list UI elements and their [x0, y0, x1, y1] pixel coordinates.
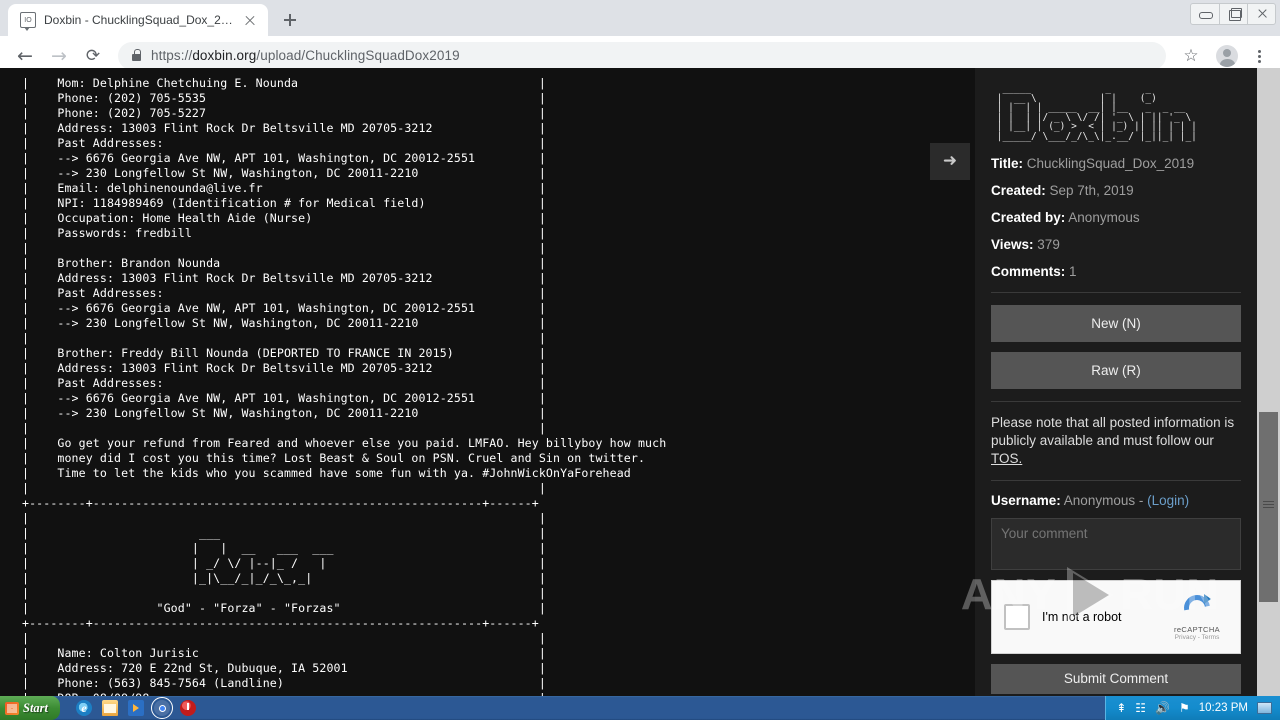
submit-comment-button[interactable]: Submit Comment: [991, 664, 1241, 694]
close-icon[interactable]: [1247, 4, 1275, 24]
quick-launch-bar: [68, 697, 204, 719]
login-link[interactable]: (Login): [1147, 493, 1189, 508]
url-text: https://doxbin.org/upload/ChucklingSquad…: [151, 48, 460, 63]
meta-views: Views: 379: [991, 236, 1241, 253]
paste-sidebar: _____ _ _ | __ \ | | (_) | | | | _____ _…: [975, 68, 1257, 696]
reload-button[interactable]: ⟳: [78, 41, 108, 71]
username-label: Username:: [991, 493, 1061, 508]
windows-taskbar: Start ⇞ ☷ 🔊 ⚑ 10:23 PM: [0, 696, 1280, 720]
divider: [991, 292, 1241, 293]
doxbin-ascii-logo: _____ _ _ | __ \ | | (_) | | | | _____ _…: [996, 83, 1197, 142]
minimize-icon[interactable]: [1191, 4, 1219, 24]
meta-title-value: ChucklingSquad_Dox_2019: [1026, 156, 1195, 171]
media-player-icon[interactable]: [128, 700, 145, 716]
username-value: Anonymous: [1063, 493, 1136, 508]
scrollbar-thumb[interactable]: [1259, 412, 1278, 602]
meta-created-value: Sep 7th, 2019: [1049, 183, 1134, 198]
recaptcha-checkbox[interactable]: [1004, 604, 1030, 630]
divider: [991, 480, 1241, 481]
reload-icon: ⟳: [85, 45, 101, 66]
tab-title: Doxbin - ChucklingSquad_Dox_2019: [44, 13, 234, 27]
windows-flag-icon: [5, 701, 19, 715]
recaptcha-brand: reCAPTCHA Privacy - Terms: [1166, 593, 1228, 641]
volume-icon[interactable]: 🔊: [1155, 701, 1170, 715]
forward-arrow-icon: →: [51, 44, 67, 67]
sidebar-toggle-arrow-icon[interactable]: ➜: [930, 143, 970, 180]
profile-avatar[interactable]: [1216, 44, 1238, 67]
new-tab-button[interactable]: [276, 6, 304, 34]
tab-close-icon[interactable]: [242, 12, 258, 28]
forward-button[interactable]: →: [44, 41, 74, 71]
safely-remove-icon[interactable]: ⇞: [1116, 701, 1126, 715]
meta-title: Title: ChucklingSquad_Dox_2019: [991, 155, 1241, 172]
meta-comments: Comments: 1: [991, 263, 1241, 280]
page-scrollbar[interactable]: [1257, 68, 1280, 696]
url-scheme: https://: [151, 48, 193, 63]
doxbin-favicon: IO: [20, 12, 36, 31]
show-desktop-icon[interactable]: [1257, 702, 1272, 714]
meta-comments-label: Comments:: [991, 264, 1066, 279]
comment-input[interactable]: [991, 518, 1241, 570]
restore-icon[interactable]: [1219, 4, 1247, 24]
tab-strip: IO Doxbin - ChucklingSquad_Dox_2019: [0, 0, 1280, 36]
tos-note-text: Please note that all posted information …: [991, 415, 1235, 448]
recaptcha-terms[interactable]: Privacy - Terms: [1166, 634, 1228, 641]
meta-created: Created: Sep 7th, 2019: [991, 182, 1241, 199]
start-label: Start: [23, 700, 49, 715]
recording-icon[interactable]: [180, 700, 197, 716]
divider: [991, 401, 1241, 402]
recaptcha-brand-name: reCAPTCHA: [1173, 625, 1221, 634]
system-tray: ⇞ ☷ 🔊 ⚑ 10:23 PM: [1105, 696, 1280, 720]
meta-created-by: Created by: Anonymous: [991, 209, 1241, 226]
address-bar[interactable]: https://doxbin.org/upload/ChucklingSquad…: [118, 41, 1166, 70]
username-line: Username: Anonymous - (Login): [991, 493, 1241, 508]
meta-comments-value: 1: [1069, 264, 1077, 279]
chrome-menu-icon[interactable]: [1248, 41, 1270, 71]
meta-created-label: Created:: [991, 183, 1046, 198]
raw-button[interactable]: Raw (R): [991, 352, 1241, 389]
recaptcha-label: I'm not a robot: [1042, 610, 1122, 624]
tos-link[interactable]: TOS.: [991, 451, 1022, 466]
url-path: /upload/ChucklingSquadDox2019: [256, 48, 460, 63]
bookmark-star-icon[interactable]: ☆: [1176, 41, 1206, 71]
start-button[interactable]: Start: [0, 696, 61, 720]
file-explorer-icon[interactable]: [102, 700, 119, 716]
tos-note: Please note that all posted information …: [991, 414, 1241, 468]
meta-created-by-value: Anonymous: [1068, 210, 1140, 225]
browser-window: IO Doxbin - ChucklingSquad_Dox_2019 ← → …: [0, 0, 1280, 696]
meta-views-value: 379: [1037, 237, 1060, 252]
lock-icon: [132, 49, 142, 61]
back-button[interactable]: ←: [10, 41, 40, 71]
back-arrow-icon: ←: [17, 44, 33, 67]
chrome-icon[interactable]: [151, 697, 174, 719]
browser-tab[interactable]: IO Doxbin - ChucklingSquad_Dox_2019: [8, 4, 268, 36]
meta-title-label: Title:: [991, 156, 1024, 171]
window-controls: [1190, 3, 1276, 25]
clock[interactable]: 10:23 PM: [1199, 702, 1248, 714]
page-viewport: | Mom: Delphine Chetchuing E. Nounda | |…: [0, 68, 1280, 696]
url-host: doxbin.org: [192, 48, 257, 63]
new-button[interactable]: New (N): [991, 305, 1241, 342]
meta-views-label: Views:: [991, 237, 1034, 252]
paste-content: | Mom: Delphine Chetchuing E. Nounda | |…: [0, 68, 975, 696]
meta-created-by-label: Created by:: [991, 210, 1066, 225]
network-icon[interactable]: ☷: [1135, 701, 1146, 715]
recaptcha-widget[interactable]: I'm not a robot reCAPTCHA Privacy - Term…: [991, 580, 1241, 654]
internet-explorer-icon[interactable]: [76, 700, 93, 716]
flag-icon[interactable]: ⚑: [1179, 701, 1190, 715]
recaptcha-logo-icon: [1182, 593, 1212, 623]
username-separator: -: [1135, 493, 1148, 508]
